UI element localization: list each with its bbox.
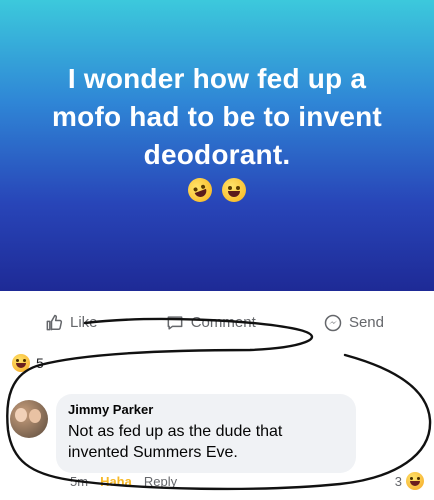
commenter-name[interactable]: Jimmy Parker (68, 402, 344, 417)
reply-button[interactable]: Reply (144, 474, 177, 489)
comment-reactions[interactable]: 3 (395, 472, 424, 490)
comment-label: Comment (190, 314, 256, 331)
post-action-bar: Like Comment Send (0, 300, 434, 345)
reaction-count: 5 (36, 355, 44, 371)
thumbs-up-icon (46, 314, 63, 330)
post-text: I wonder how fed up a mofo had to be to … (52, 63, 382, 170)
comment-button[interactable]: Comment (155, 307, 266, 339)
face-with-tears-of-joy-icon (222, 178, 247, 203)
comment-bubble: Jimmy Parker Not as fed up as the dude t… (56, 394, 356, 473)
send-button[interactable]: Send (313, 307, 394, 339)
post-emojis (0, 174, 434, 206)
post-reactions[interactable]: 5 (12, 354, 44, 372)
rolling-on-floor-laughing-icon (184, 174, 216, 206)
send-label: Send (348, 314, 384, 331)
comment: Jimmy Parker Not as fed up as the dude t… (10, 394, 425, 473)
post-background-card: I wonder how fed up a mofo had to be to … (0, 0, 434, 291)
comment-bubble-icon (167, 315, 183, 330)
comment-reaction-count: 3 (394, 473, 402, 489)
laughing-emoji-icon (12, 354, 30, 372)
like-button[interactable]: Like (34, 307, 108, 339)
avatar[interactable] (10, 400, 48, 438)
haha-reaction-button[interactable]: Haha (100, 474, 132, 489)
comment-text: Not as fed up as the dude that invented … (68, 423, 283, 461)
laughing-emoji-icon (406, 472, 424, 490)
like-label: Like (70, 314, 98, 331)
comment-meta: 5m Haha Reply (70, 474, 177, 489)
messenger-icon (324, 314, 342, 331)
comment-time: 5m (70, 474, 89, 489)
